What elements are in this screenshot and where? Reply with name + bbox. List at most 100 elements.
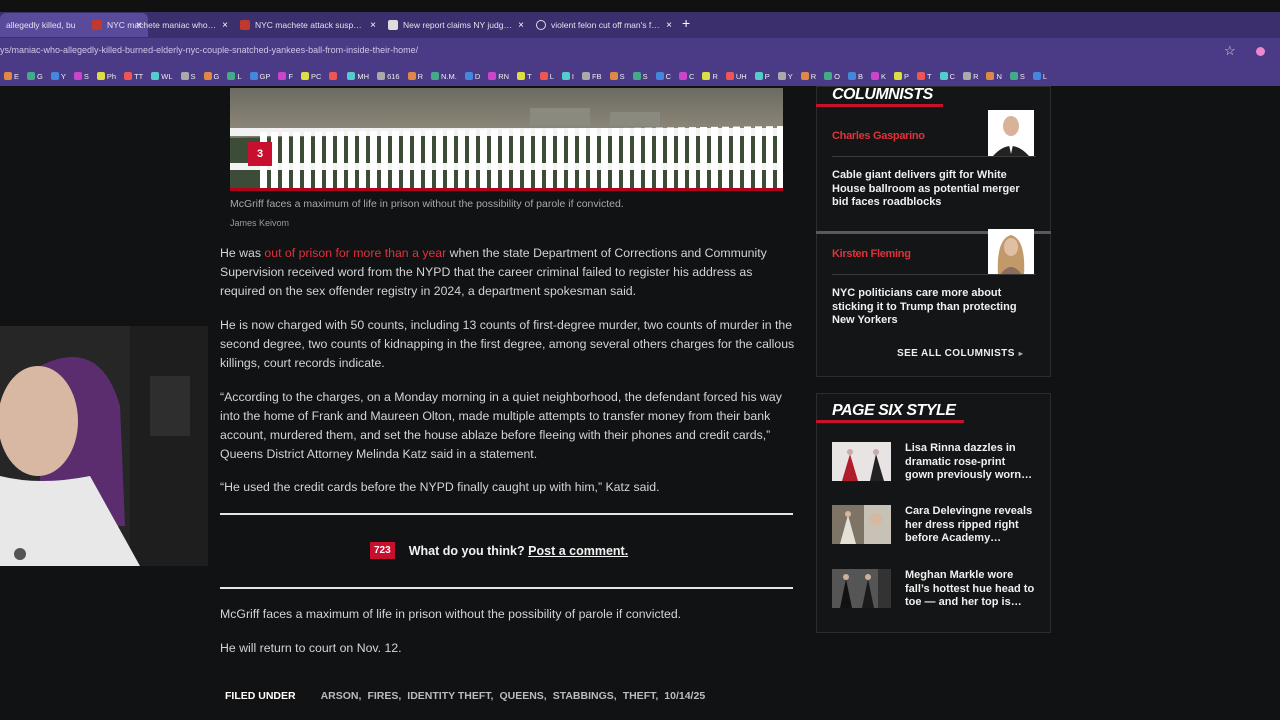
bookmark-item[interactable]: S [629,72,652,81]
bookmark-item[interactable]: Y [47,72,70,81]
columnist-portrait[interactable] [988,110,1034,156]
close-icon[interactable]: × [666,20,672,31]
bookmark-item[interactable]: C [675,72,698,81]
bookmark-item[interactable]: 616 [373,72,404,81]
bookmark-item[interactable]: R [698,72,721,81]
bookmark-item[interactable]: N [982,72,1005,81]
page-six-story[interactable]: Cara Delevingne reveals her dress ripped… [832,505,1036,547]
bookmark-label: P [764,71,770,81]
story-thumbnail[interactable] [832,505,891,544]
story-title[interactable]: Lisa Rinna dazzles in dramatic rose-prin… [905,442,1037,483]
bookmark-item[interactable]: G [200,72,224,81]
bookmark-item[interactable]: K [867,72,890,81]
tag-link[interactable]: STABBINGS, [553,690,617,702]
bookmark-favicon-icon [609,72,618,80]
globe-favicon-icon [536,20,546,30]
photo-caption: McGriff faces a maximum of life in priso… [230,198,624,210]
bookmark-item[interactable]: GP [246,72,275,81]
close-icon[interactable]: × [518,20,524,31]
bookmark-item[interactable]: D [461,72,484,81]
bookmark-item[interactable]: E [0,72,23,81]
tag-link[interactable]: THEFT, [623,690,659,702]
bookmark-item[interactable]: UH [722,72,751,81]
url-text[interactable]: ys/maniac-who-allegedly-killed-burned-el… [0,45,418,55]
tag-link[interactable]: FIRES, [367,690,401,702]
bookmark-item[interactable]: R [959,72,982,81]
bookmark-item[interactable]: L [223,72,245,81]
close-icon[interactable]: × [370,20,376,31]
columnist-portrait[interactable] [988,229,1034,275]
bookmark-label: B [858,71,864,81]
page-six-story[interactable]: Meghan Markle wore fall’s hottest hue he… [832,569,1036,611]
bookmark-item[interactable]: Ph [93,72,120,81]
columnist-headline[interactable]: Cable giant delivers gift for White Hous… [832,169,1032,210]
bookmark-item[interactable]: C [652,72,675,81]
tag-link[interactable]: IDENTITY THEFT, [407,690,493,702]
story-thumbnail[interactable] [832,569,891,608]
bookmark-item[interactable]: O [820,72,844,81]
bookmark-item[interactable]: T [513,72,536,81]
bookmark-item[interactable]: Y [774,72,797,81]
comment-count-badge[interactable]: 723 [370,542,395,559]
bookmark-item[interactable]: G [23,72,47,81]
post-comment-link[interactable]: Post a comment. [528,544,628,558]
bookmark-item[interactable] [325,72,343,80]
bookmark-item[interactable]: L [536,72,558,81]
bookmark-item[interactable]: MH [343,72,373,81]
story-thumbnail[interactable] [832,442,891,481]
bookmark-item[interactable]: R [404,72,427,81]
bookmark-item[interactable]: C [936,72,959,81]
bookmark-item[interactable]: S [177,72,200,81]
see-all-columnists-link[interactable]: SEE ALL COLUMNISTS ▸ [897,348,1023,359]
story-title[interactable]: Meghan Markle wore fall’s hottest hue he… [905,569,1037,610]
bookmark-item[interactable]: R [797,72,820,81]
tab-3[interactable]: NYC machete attack suspect ch × [234,13,382,37]
bookmark-favicon-icon [917,72,926,80]
bookmark-label: C [949,71,956,81]
star-icon[interactable]: ☆ [1224,43,1236,59]
article-photo[interactable] [230,88,783,188]
article-paragraph: He was out of prison for more than a yea… [220,244,795,301]
bookmark-item[interactable]: T [913,72,936,81]
bookmark-item[interactable]: S [606,72,629,81]
new-tab-button[interactable]: + [682,15,690,31]
bookmark-item[interactable]: FB [578,72,606,81]
prison-release-link[interactable]: out of prison for more than a year [264,246,446,260]
bookmark-item[interactable]: L [1029,72,1051,81]
address-bar[interactable]: ys/maniac-who-allegedly-killed-burned-el… [0,38,1280,66]
bookmark-label: L [1042,71,1048,81]
bookmark-item[interactable]: N.M. [427,72,461,81]
columnist-headline[interactable]: NYC politicians care more about sticking… [832,287,1032,328]
bookmark-label: D [474,71,481,81]
bookmark-label: RN [498,71,510,81]
tag-link[interactable]: QUEENS, [499,690,546,702]
bookmark-item[interactable]: RN [484,72,513,81]
bookmark-item[interactable]: PC [297,72,325,81]
close-icon[interactable]: × [222,20,228,31]
bookmark-label: L [549,71,554,81]
extension-icon[interactable] [1256,47,1265,56]
bookmark-item[interactable]: WL [147,72,176,81]
bookmark-favicon-icon [894,72,903,80]
tab-4[interactable]: New report claims NY judges a × [382,13,530,37]
tag-link[interactable]: ARSON, [321,690,362,702]
columnist-name[interactable]: Kirsten Fleming [832,248,911,260]
comment-question: What do you think? [408,543,525,558]
bookmark-label: Y [60,71,66,81]
bookmark-item[interactable]: TT [120,72,147,81]
tab-2[interactable]: NYC machete maniac who slic × [86,13,234,37]
bookmark-item[interactable]: P [751,72,774,81]
bookmark-item[interactable]: S [70,72,93,81]
bookmark-item[interactable]: B [844,72,867,81]
bookmark-favicon-icon [4,72,12,80]
bookmark-item[interactable]: F [274,72,297,81]
bookmark-favicon-icon [539,72,548,80]
story-title[interactable]: Cara Delevingne reveals her dress ripped… [905,505,1037,546]
bookmark-item[interactable]: S [1006,72,1029,81]
tab-5[interactable]: violent felon cut off man's fing × [530,13,678,37]
bookmark-item[interactable]: I [558,72,578,81]
page-six-story[interactable]: Lisa Rinna dazzles in dramatic rose-prin… [832,442,1036,484]
bookmark-item[interactable]: P [890,72,913,81]
columnist-name[interactable]: Charles Gasparino [832,130,925,142]
bookmark-favicon-icon [124,72,133,80]
